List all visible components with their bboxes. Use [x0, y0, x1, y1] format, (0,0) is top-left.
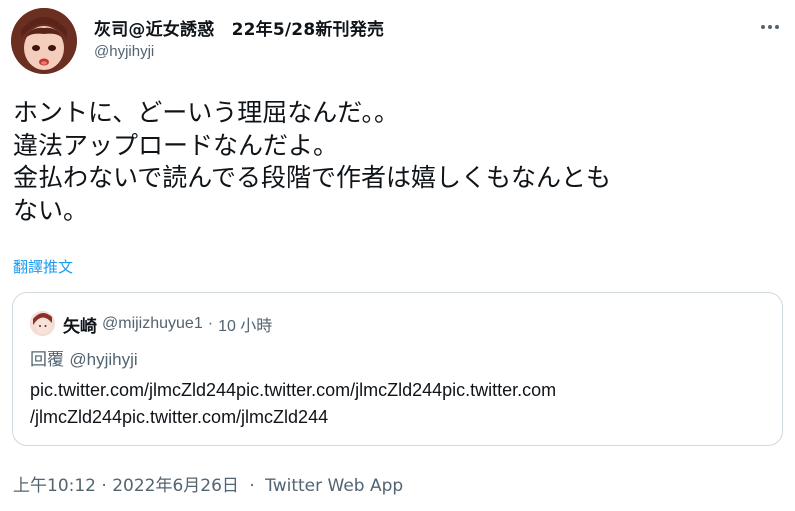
author-handle[interactable]: @hyjihyji	[94, 43, 154, 60]
tweet-line: ない。	[13, 195, 89, 225]
more-options-button[interactable]	[758, 17, 782, 37]
reply-prefix: 回覆	[30, 350, 64, 370]
quoted-reply-context: 回覆 @hyjihyji	[30, 345, 138, 370]
tweet-source-link[interactable]: Twitter Web App	[265, 476, 403, 496]
tweet-footer: 上午10:12 · 2022年6月26日 · Twitter Web App	[13, 471, 403, 496]
author-avatar-image	[11, 8, 77, 74]
author-display-name[interactable]: 灰司@近女誘惑 22年5/28新刊発売	[94, 15, 384, 40]
translate-tweet-link[interactable]: 翻譯推文	[13, 256, 73, 277]
tweet-text: ホントに、どーいう理屈なんだ。。 違法アップロードなんだよ。 金払わないで読んで…	[13, 97, 783, 227]
quoted-tweet-header: 矢崎 @mijizhuyue1 · 10 小時	[63, 312, 272, 337]
tweet-line: 違法アップロードなんだよ。	[13, 130, 339, 160]
quoted-avatar-image	[30, 311, 55, 336]
more-horizontal-icon-dot	[768, 25, 772, 29]
quoted-tweet-time[interactable]: 10 小時	[218, 312, 272, 336]
tweet-line: 金払わないで読んでる段階で作者は嬉しくもなんとも	[13, 163, 612, 192]
author-avatar[interactable]	[11, 8, 77, 74]
meta-separator: ·	[207, 315, 214, 332]
more-horizontal-icon-dot	[775, 25, 779, 29]
tweet-line: ホントに、どーいう理屈なんだ。。	[13, 98, 400, 127]
quoted-tweet-card[interactable]: 矢崎 @mijizhuyue1 · 10 小時 回覆 @hyjihyji pic…	[12, 292, 783, 446]
quoted-body-line: /jlmcZld244pic.twitter.com/jlmcZld244	[30, 407, 329, 427]
more-horizontal-icon	[761, 25, 765, 29]
footer-separator: ·	[249, 476, 255, 496]
quoted-tweet-body: pic.twitter.com/jlmcZld244pic.twitter.co…	[30, 377, 556, 431]
quoted-author-handle[interactable]: @mijizhuyue1	[102, 315, 203, 333]
reply-handle[interactable]: @hyjihyji	[69, 350, 137, 369]
quoted-body-line: pic.twitter.com/jlmcZld244pic.twitter.co…	[30, 380, 557, 400]
tweet-timestamp-link[interactable]: 上午10:12 · 2022年6月26日	[13, 476, 239, 496]
quoted-author-name[interactable]: 矢崎	[63, 312, 97, 337]
quoted-author-avatar[interactable]	[30, 311, 55, 336]
author-name-row: 灰司@近女誘惑 22年5/28新刊発売	[94, 14, 384, 40]
